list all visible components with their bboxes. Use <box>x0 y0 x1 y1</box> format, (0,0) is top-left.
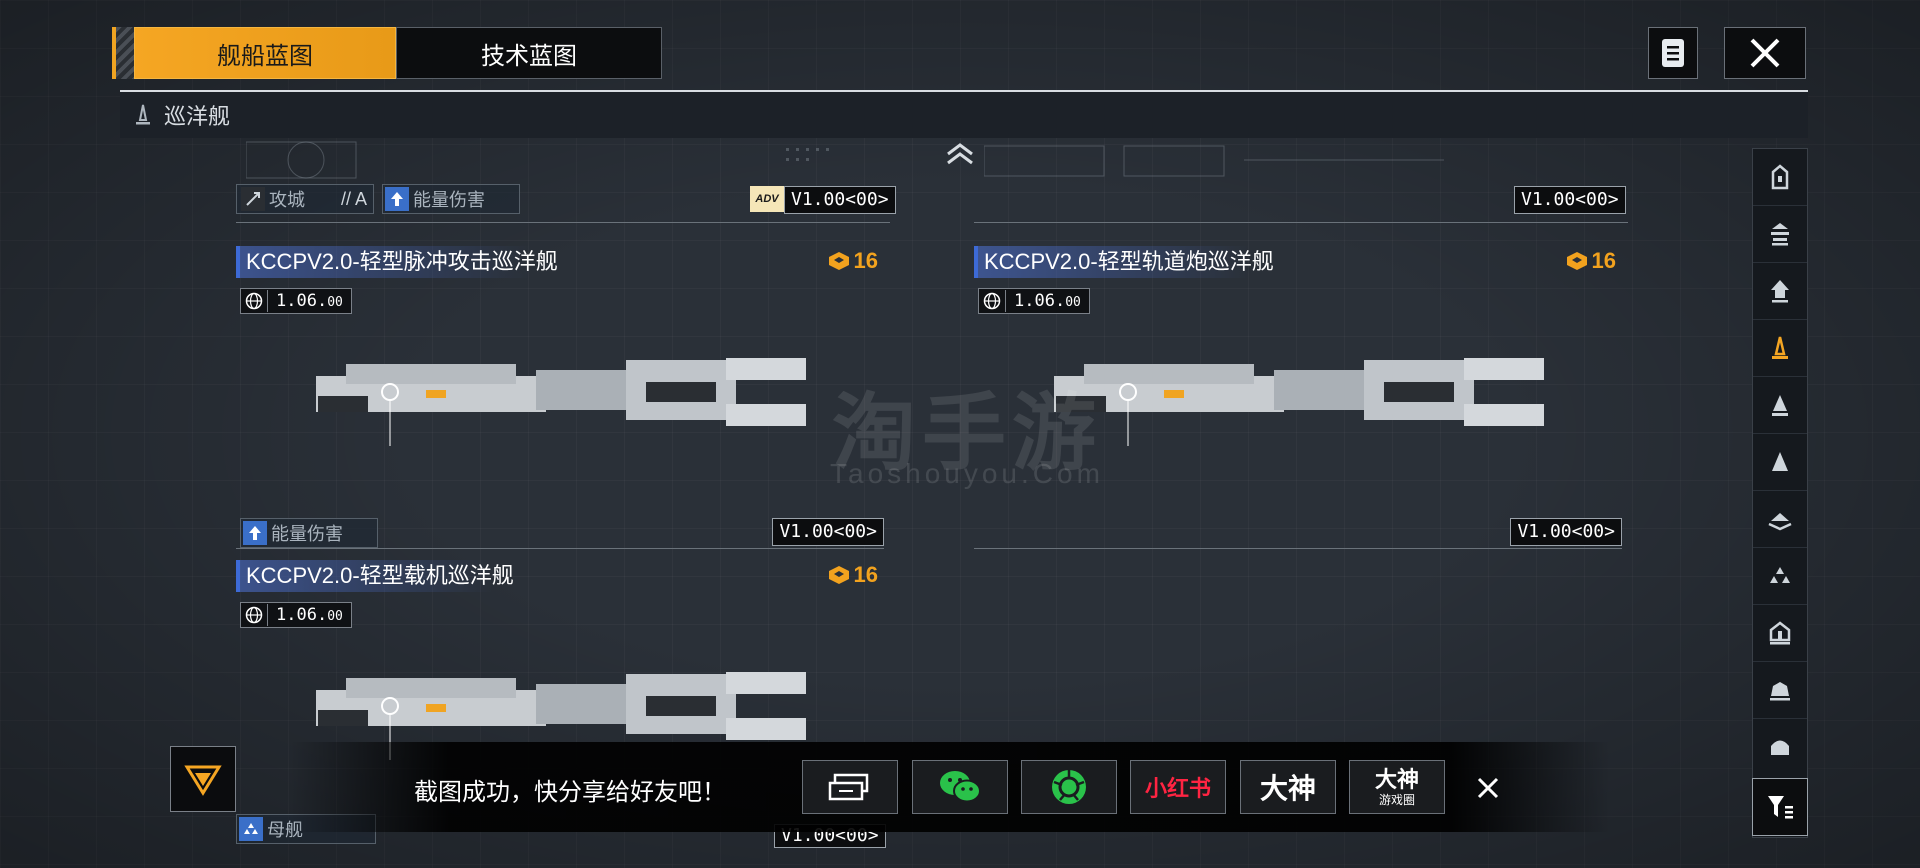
share-wechat-button[interactable] <box>912 760 1008 814</box>
ship-version: 1.06.00 <box>240 288 352 314</box>
category-label: 巡洋舰 <box>164 104 231 129</box>
cruiser-selected-icon <box>1772 336 1788 359</box>
ship-model-image <box>316 358 806 446</box>
tab-stripe-decoration <box>112 27 134 79</box>
document-icon <box>1662 39 1684 67</box>
carrier-icon <box>1768 513 1792 531</box>
support-icon <box>1770 567 1790 583</box>
sidebar-item-class-3[interactable] <box>1753 263 1807 320</box>
blueprint-version: V1.00<00> <box>1510 518 1622 546</box>
globe-icon <box>241 604 268 626</box>
sidebar-item-dreadnought[interactable] <box>1753 662 1807 719</box>
baseline <box>236 222 890 223</box>
wechat-icon <box>940 771 981 803</box>
cruiser-class-2-icon <box>1771 223 1789 246</box>
filter-icon <box>1768 796 1793 819</box>
chevron-emblem-icon <box>184 765 222 796</box>
share-screenshot-button[interactable] <box>802 760 898 814</box>
ship-version: 1.06.00 <box>240 602 352 628</box>
cost-icon <box>828 252 849 270</box>
trait-energy-chip: 能量伤害 <box>382 184 520 214</box>
version-box: V1.00<00> <box>1514 186 1626 214</box>
watermark-sub: Taoshouyou.Com <box>830 458 1104 489</box>
ship-cost: 16 <box>1566 248 1616 274</box>
sidebar-item-carrier[interactable] <box>1753 491 1807 548</box>
blueprint-version: V1.00<00> <box>772 518 884 546</box>
fleet-menu-button[interactable] <box>170 746 236 812</box>
dashen-circle-sublabel: 游戏圈 <box>1378 792 1415 807</box>
scroll-up-icon[interactable] <box>944 142 976 166</box>
ship-model-image <box>1054 358 1544 446</box>
close-icon <box>1477 777 1499 799</box>
sidebar-item-frigate[interactable] <box>1753 377 1807 434</box>
ship-version: 1.06.00 <box>978 288 1090 314</box>
sidebar-item-destroyer[interactable] <box>1753 434 1807 491</box>
sidebar-item-support[interactable] <box>1753 548 1807 605</box>
ship-name: KCCPV2.0-轻型脉冲攻击巡洋舰 <box>236 246 564 278</box>
dashen-label: 大神 <box>1259 773 1316 804</box>
previous-card-left-footer[interactable]: 攻城 // A 能量伤害 ADV V1.00<00> <box>236 140 896 226</box>
close-button[interactable] <box>1724 27 1806 79</box>
trait-siege-chip: 攻城 // A <box>236 184 374 214</box>
category-header: 巡洋舰 <box>120 90 1808 138</box>
tab-tech-blueprint[interactable]: 技术蓝图 <box>396 27 662 79</box>
sidebar-item-class-1[interactable] <box>1753 149 1807 206</box>
cost-icon <box>828 566 849 584</box>
share-message: 截图成功，快分享给好友吧！ <box>414 779 726 806</box>
document-button[interactable] <box>1648 27 1698 79</box>
share-dashen-circle-button[interactable]: 大神 游戏圈 <box>1349 760 1445 814</box>
share-dashen-button[interactable]: 大神 <box>1240 760 1336 814</box>
blueprint-sketch <box>984 145 1444 177</box>
share-xiaohongshu-button[interactable]: 小红书 <box>1130 760 1226 814</box>
ship-card-pulse-cruiser[interactable]: KCCPV2.0-轻型脉冲攻击巡洋舰 16 1.06.00 能量伤害 V1.00… <box>236 246 884 556</box>
blueprint-sketch <box>246 141 829 179</box>
ship-name: KCCPV2.0-轻型载机巡洋舰 <box>236 560 520 592</box>
ship-cost: 16 <box>828 562 878 588</box>
mothership-icon <box>239 817 263 841</box>
close-icon <box>1750 38 1780 68</box>
sidebar-item-flagship[interactable] <box>1753 719 1807 775</box>
baseline <box>974 548 1622 549</box>
moments-icon <box>1052 770 1086 804</box>
ship-name: KCCPV2.0-轻型轨道炮巡洋舰 <box>974 246 1280 278</box>
adv-badge: ADV <box>750 186 784 212</box>
dashen-circle-label: 大神 <box>1374 766 1419 792</box>
sidebar-item-battleship[interactable] <box>1753 605 1807 662</box>
globe-icon <box>979 290 1006 312</box>
dreadnought-icon <box>1770 682 1790 701</box>
sidebar-item-cruiser-selected[interactable] <box>1753 320 1807 377</box>
energy-icon <box>243 521 267 545</box>
cruiser-class-1-icon <box>1771 164 1789 190</box>
battleship-icon <box>1769 621 1791 645</box>
blueprint-tabs: 舰船蓝图 技术蓝图 <box>112 27 662 79</box>
cost-icon <box>1566 252 1587 270</box>
cruiser-icon <box>136 104 150 125</box>
baseline <box>974 222 1628 223</box>
siege-icon <box>241 187 265 211</box>
ship-cost: 16 <box>828 248 878 274</box>
cruiser-class-3-icon <box>1771 280 1789 303</box>
filter-button[interactable] <box>1752 778 1808 836</box>
previous-card-right-footer[interactable]: V1.00<00> <box>974 140 1628 226</box>
destroyer-icon <box>1772 452 1788 471</box>
flagship-icon <box>1771 740 1789 755</box>
trait-energy-damage: 能量伤害 <box>240 518 378 548</box>
tab-ship-blueprint[interactable]: 舰船蓝图 <box>134 27 396 79</box>
screenshot-share-icon <box>828 773 869 801</box>
energy-icon <box>385 187 409 211</box>
version-box: V1.00<00> <box>784 186 896 214</box>
ship-class-sidebar <box>1752 148 1808 838</box>
frigate-icon <box>1772 395 1788 416</box>
xiaohongshu-label: 小红书 <box>1144 776 1211 801</box>
share-moments-button[interactable] <box>1021 760 1117 814</box>
sidebar-item-class-2[interactable] <box>1753 206 1807 263</box>
globe-icon <box>241 290 268 312</box>
baseline <box>236 548 884 549</box>
share-close-button[interactable] <box>1470 770 1506 806</box>
